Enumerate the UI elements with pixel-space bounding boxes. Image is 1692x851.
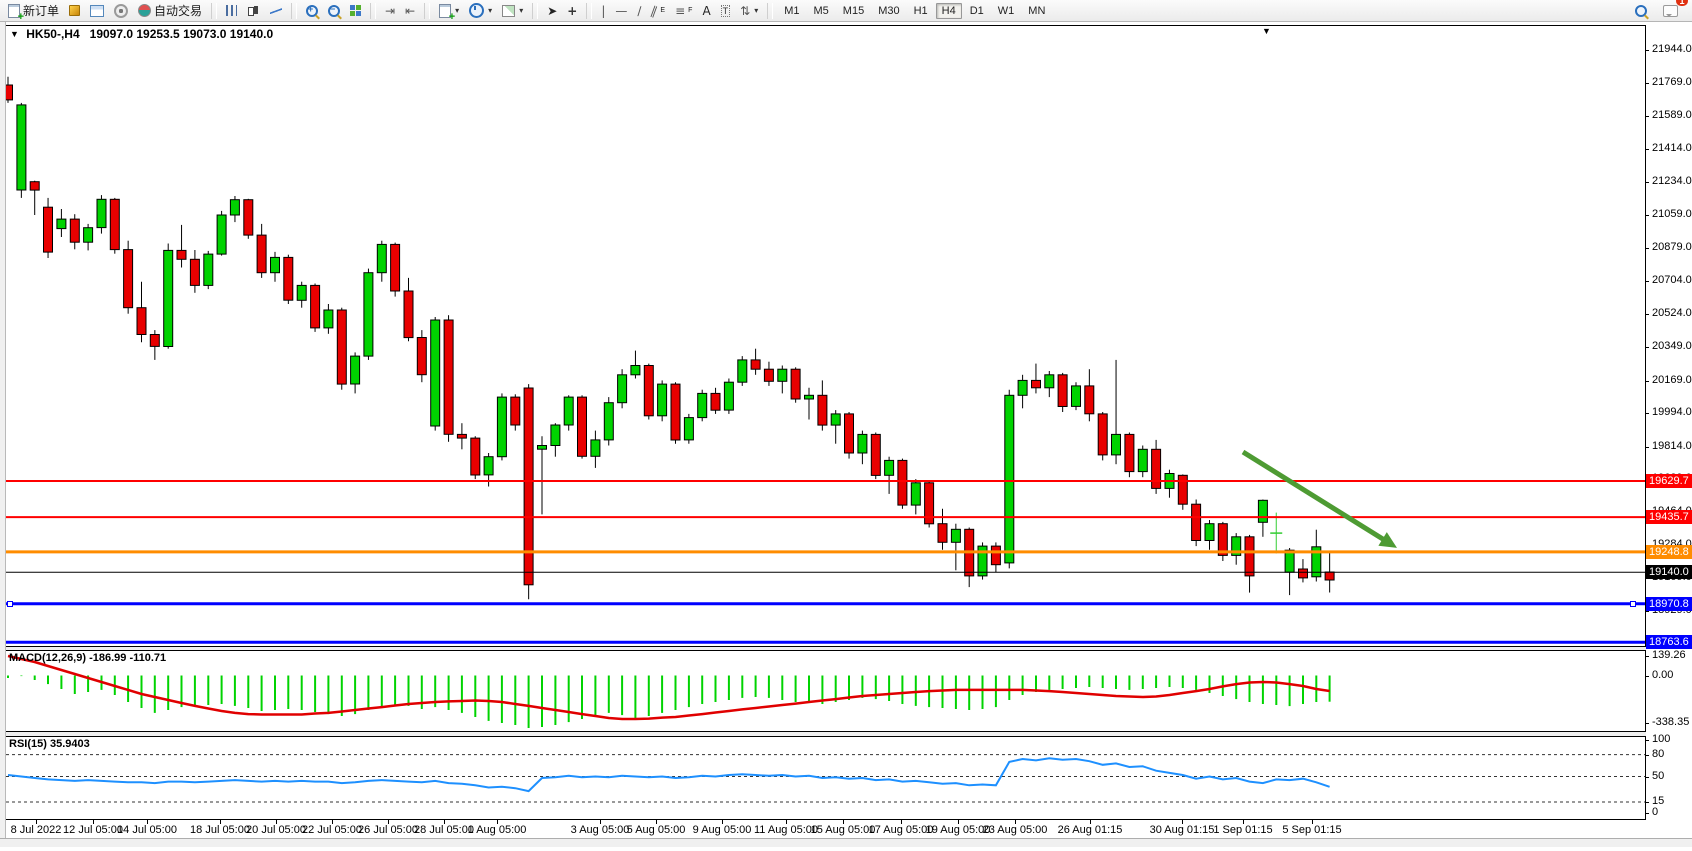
- data-window-button[interactable]: [86, 0, 108, 21]
- hline-handle[interactable]: [1630, 601, 1636, 607]
- arrows-tool-button[interactable]: ⇅▾: [736, 0, 762, 21]
- text-tool-button[interactable]: A: [698, 0, 714, 21]
- chart-graphics[interactable]: [0, 0, 1692, 846]
- toolbar-separator: [424, 3, 430, 19]
- chevron-down-icon: ▾: [754, 6, 758, 15]
- zoom-in-button[interactable]: +: [302, 0, 322, 21]
- vertical-line-tool-button[interactable]: |: [597, 0, 609, 21]
- auto-scroll-icon: ⇤: [405, 5, 415, 17]
- cursor-icon: ➤: [547, 5, 557, 17]
- notifications-button[interactable]: 1: [1659, 0, 1682, 21]
- timeframe-h4[interactable]: H4: [936, 3, 962, 19]
- equidistant-channel-icon: ∥: [650, 4, 660, 17]
- horizontal-line-tool-button[interactable]: —: [611, 0, 631, 21]
- timeframe-d1[interactable]: D1: [964, 3, 990, 19]
- templates-button[interactable]: ▾: [498, 0, 527, 21]
- chevron-down-icon: ▾: [488, 6, 492, 15]
- hline-handle[interactable]: [7, 601, 13, 607]
- toolbar-separator: [532, 3, 538, 19]
- line-chart-button[interactable]: [266, 0, 286, 21]
- trendline-icon: ∕: [637, 5, 641, 17]
- chart-shift-button[interactable]: ⇥: [381, 0, 399, 21]
- fibo-sub-label: F: [688, 7, 692, 14]
- trendline-tool-button[interactable]: ∕: [633, 0, 645, 21]
- candles: [4, 77, 1335, 599]
- toolbar-right-tools: 1: [1631, 0, 1688, 21]
- label-tool-button[interactable]: T: [717, 0, 735, 21]
- main-toolbar: 新订单 自动交易 + − ⇥ ⇤ ▾ ▾ ▾ ➤ + | — ∕ ∥E ≡F A…: [0, 0, 1692, 22]
- timeframe-mn[interactable]: MN: [1022, 3, 1051, 19]
- indicators-button[interactable]: ▾: [435, 0, 463, 21]
- notification-badge: 1: [1676, 0, 1688, 6]
- toolbar-separator: [211, 3, 217, 19]
- signal-icon: [114, 4, 128, 18]
- channel-tool-button[interactable]: ∥E: [647, 0, 669, 21]
- tile-windows-button[interactable]: [346, 0, 365, 21]
- cursor-tool-button[interactable]: ➤: [543, 0, 561, 21]
- timeframe-group: M1M5M15M30H1H4D1W1MN: [778, 3, 1051, 19]
- horizontal-line-icon: —: [615, 5, 627, 17]
- candlestick-chart-button[interactable]: [243, 0, 264, 21]
- timeframe-m1[interactable]: M1: [778, 3, 805, 19]
- macd-series: [8, 656, 1330, 728]
- autotrade-label: 自动交易: [154, 2, 202, 19]
- new-order-button[interactable]: 新订单: [4, 0, 63, 21]
- fibonacci-tool-button[interactable]: ≡F: [671, 0, 696, 21]
- clock-icon: [469, 3, 484, 18]
- templates-icon: [502, 5, 515, 17]
- autotrade-button[interactable]: 自动交易: [134, 0, 206, 21]
- search-button[interactable]: [1631, 0, 1651, 21]
- new-order-label: 新订单: [23, 2, 59, 19]
- toolbar-separator: [370, 3, 376, 19]
- zoom-out-button[interactable]: −: [324, 0, 344, 21]
- text-label-icon: T: [721, 5, 731, 17]
- new-order-icon: [8, 4, 20, 18]
- toolbar-separator: [767, 3, 773, 19]
- fibonacci-icon: ≡: [675, 5, 685, 17]
- auto-scroll-button[interactable]: ⇤: [401, 0, 419, 21]
- autotrade-icon: [138, 4, 151, 17]
- search-icon: [1635, 5, 1647, 17]
- bar-chart-icon: [226, 5, 237, 16]
- symbols-button[interactable]: [65, 0, 84, 21]
- chat-bubble-icon: [1663, 5, 1678, 17]
- toolbar-separator: [291, 3, 297, 19]
- timeframe-h1[interactable]: H1: [908, 3, 934, 19]
- crosshair-icon: +: [567, 5, 577, 17]
- channel-sub-label: E: [660, 7, 665, 14]
- tile-windows-icon: [350, 5, 361, 16]
- chart-shift-icon: ⇥: [385, 5, 395, 17]
- indicators-icon: [439, 4, 451, 18]
- vertical-line-icon: |: [601, 5, 605, 17]
- timeframe-m30[interactable]: M30: [872, 3, 905, 19]
- chevron-down-icon: ▾: [455, 6, 459, 15]
- zoom-in-icon: +: [306, 5, 318, 17]
- candlestick-icon: [247, 5, 260, 17]
- macd-signal-line: [8, 656, 1330, 719]
- timeframe-m5[interactable]: M5: [808, 3, 835, 19]
- signals-button[interactable]: [110, 0, 132, 21]
- periods-button[interactable]: ▾: [465, 0, 496, 21]
- bar-chart-button[interactable]: [222, 0, 241, 21]
- zoom-out-icon: −: [328, 5, 340, 17]
- text-icon: A: [702, 5, 710, 17]
- crosshair-tool-button[interactable]: +: [563, 0, 581, 21]
- rsi-line: [8, 758, 1330, 791]
- line-chart-icon: [270, 6, 282, 16]
- timeframe-w1[interactable]: W1: [992, 3, 1021, 19]
- rsi-series: [6, 755, 1645, 802]
- symbols-cube-icon: [69, 5, 80, 16]
- timeframe-m15[interactable]: M15: [837, 3, 870, 19]
- arrows-icon: ⇅: [740, 5, 750, 17]
- data-window-icon: [90, 5, 104, 17]
- chevron-down-icon: ▾: [519, 6, 523, 15]
- toolbar-separator: [586, 3, 592, 19]
